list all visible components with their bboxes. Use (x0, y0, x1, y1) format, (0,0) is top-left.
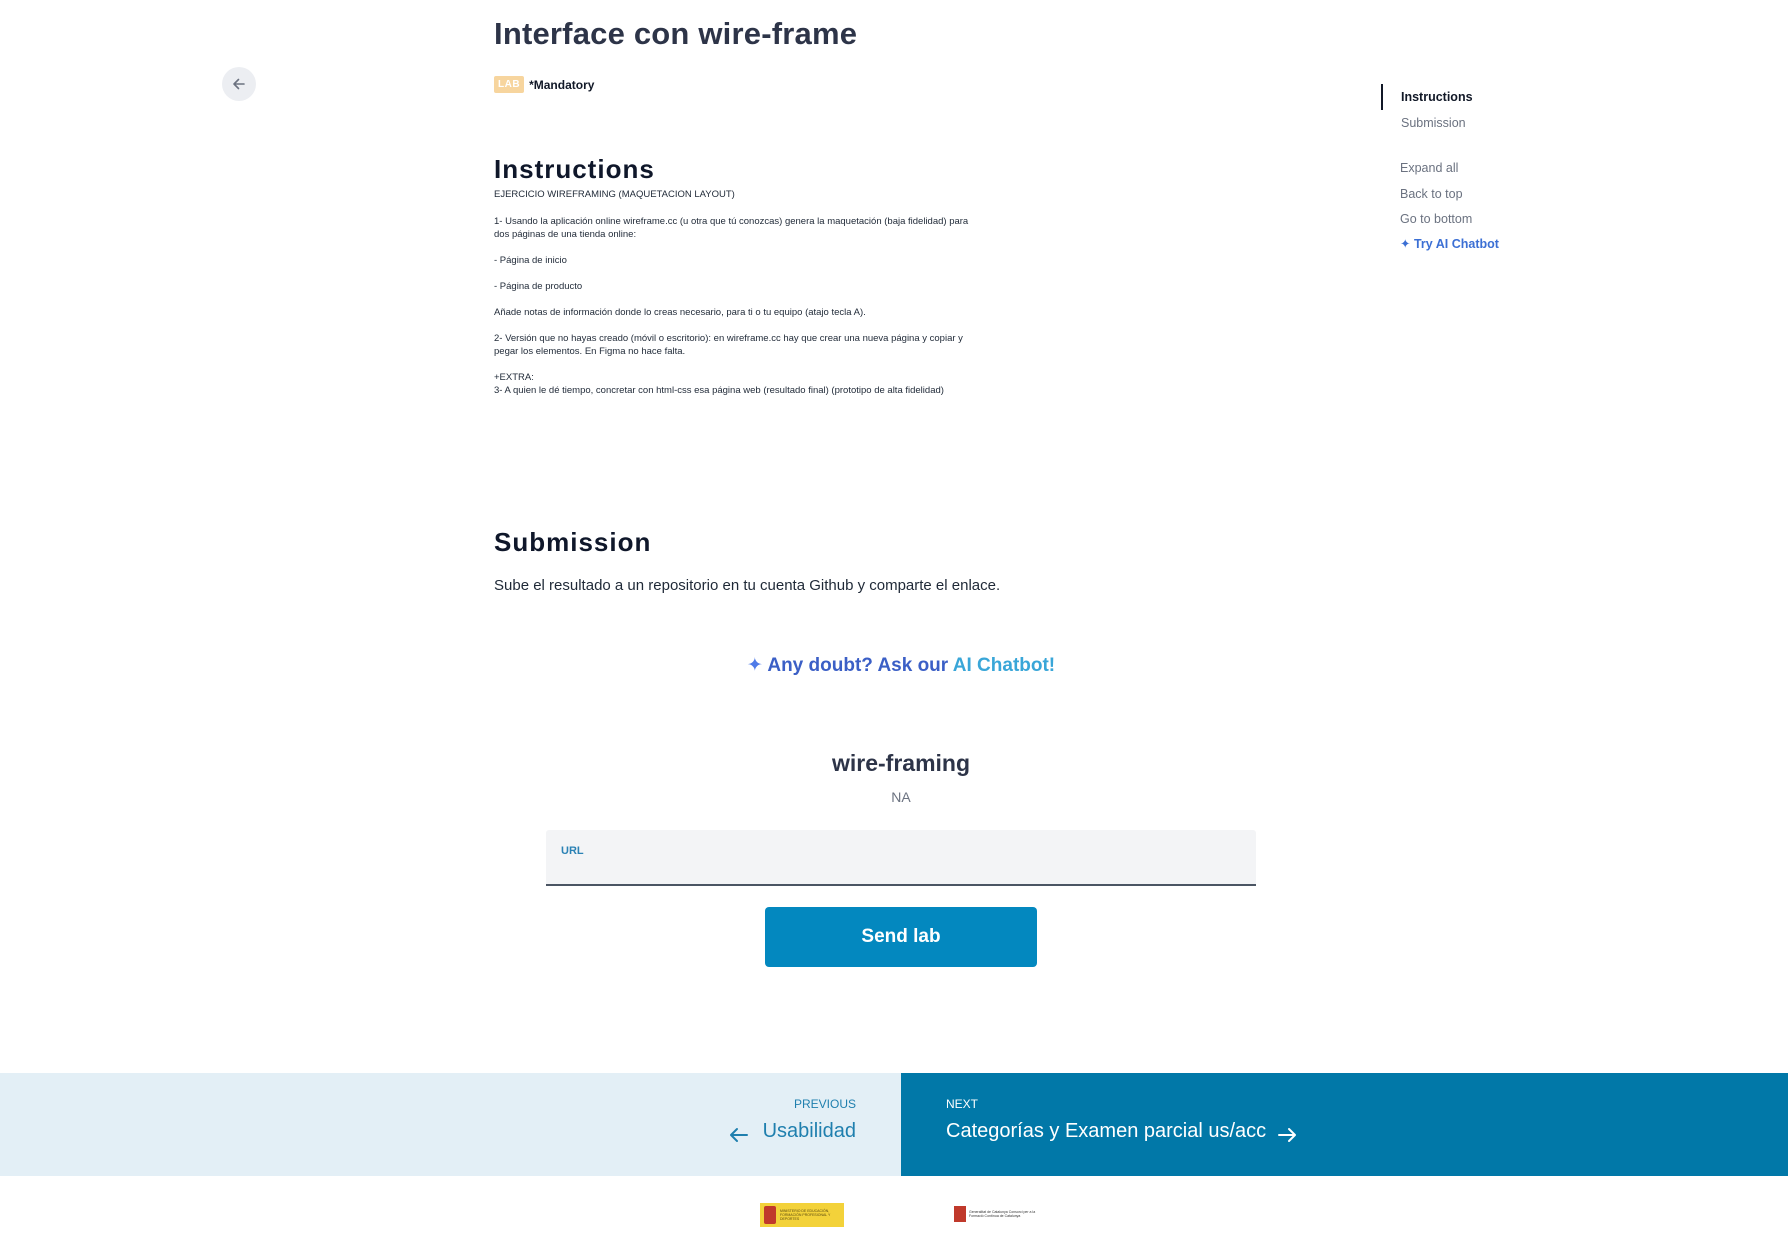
generalitat-logo-text: Generalitat de Catalunya Consorci per a … (969, 1210, 1036, 1218)
instructions-paragraph: - Página de producto (494, 281, 583, 292)
next-title: Categorías y Examen parcial us/acc (946, 1120, 1267, 1142)
url-input[interactable]: URL (546, 830, 1256, 886)
spain-ministry-logo: MINISTERIO DE EDUCACIÓN, FORMACIÓN PROFE… (760, 1203, 844, 1227)
page-title: Interface con wire-frame (494, 16, 858, 51)
instructions-heading: Instructions (494, 154, 655, 184)
go-to-bottom-link[interactable]: Go to bottom (1400, 212, 1472, 226)
ai-prompt-text: Any doubt? Ask our (767, 655, 953, 676)
arrow-left-icon (233, 78, 245, 90)
previous-kicker: PREVIOUS (793, 1097, 856, 1111)
lab-status: NA (891, 789, 911, 805)
sparkle-icon: ✦ (1400, 237, 1411, 251)
toc-item-instructions[interactable]: Instructions (1401, 90, 1473, 104)
expand-all-link[interactable]: Expand all (1400, 161, 1458, 175)
arrow-left-icon (730, 1128, 748, 1142)
next-lesson-link[interactable]: NEXT Categorías y Examen parcial us/acc (901, 1073, 1788, 1176)
toc-active-indicator (1381, 84, 1383, 110)
instructions-body: EJERCICIO WIREFRAMING (MAQUETACION LAYOU… (494, 188, 974, 410)
next-kicker: NEXT (946, 1097, 979, 1111)
toc-item-submission[interactable]: Submission (1401, 116, 1466, 130)
submission-text: Sube el resultado a un repositorio en tu… (494, 577, 1001, 594)
mandatory-label: *Mandatory (529, 77, 595, 92)
lab-badge: LAB (494, 76, 525, 93)
send-lab-button[interactable]: Send lab (765, 907, 1037, 967)
try-ai-chatbot-link[interactable]: ✦ Try AI Chatbot (1400, 236, 1499, 251)
previous-lesson-link[interactable]: PREVIOUS Usabilidad (0, 1073, 901, 1176)
tag-row: LAB *Mandatory (494, 76, 594, 93)
instructions-paragraph: - Página de inicio (494, 255, 567, 266)
sparkle-icon: ✦ (746, 655, 763, 676)
url-field-label: URL (561, 845, 584, 857)
spain-crest-icon (764, 1206, 776, 1224)
back-to-top-link[interactable]: Back to top (1400, 187, 1463, 201)
arrow-right-icon (1278, 1128, 1296, 1142)
instructions-paragraph: 3- A quien le dé tiempo, concretar con h… (494, 385, 944, 396)
try-ai-label: Try AI Chatbot (1413, 237, 1499, 251)
lab-name: wire-framing (831, 750, 971, 776)
submission-heading: Submission (494, 527, 652, 557)
ai-chatbot-link[interactable]: AI Chatbot! (953, 655, 1055, 676)
back-button[interactable] (222, 67, 256, 101)
instructions-paragraph: Añade notas de información donde lo crea… (494, 307, 866, 318)
instructions-paragraph: +EXTRA: (494, 372, 534, 383)
spain-logo-text: MINISTERIO DE EDUCACIÓN, FORMACIÓN PROFE… (780, 1209, 831, 1221)
instructions-paragraph: 2- Versión que no hayas creado (móvil o … (494, 333, 963, 357)
generalitat-mark-icon (954, 1206, 966, 1222)
ai-chatbot-prompt[interactable]: ✦ Any doubt? Ask our AI Chatbot! (0, 654, 1788, 677)
generalitat-logo: Generalitat de Catalunya Consorci per a … (954, 1205, 1050, 1223)
instructions-paragraph: 1- Usando la aplicación online wireframe… (494, 216, 969, 240)
instructions-paragraph: EJERCICIO WIREFRAMING (MAQUETACION LAYOU… (494, 189, 735, 200)
previous-title: Usabilidad (762, 1120, 856, 1142)
